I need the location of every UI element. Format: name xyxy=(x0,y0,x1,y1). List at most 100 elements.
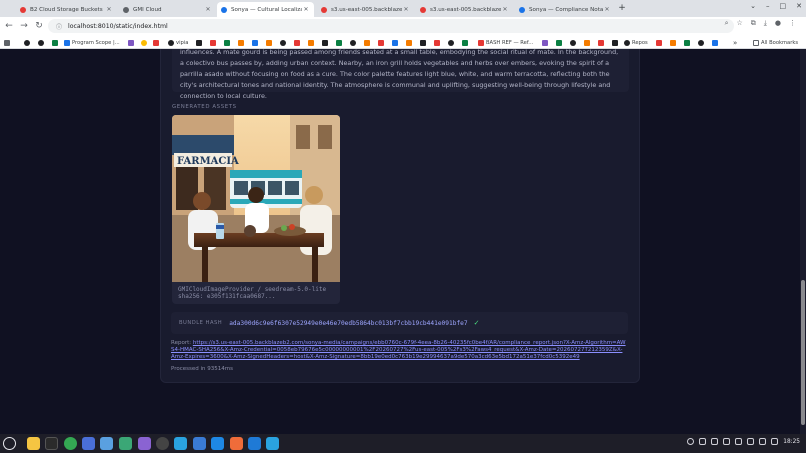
app-launcher-icon[interactable] xyxy=(3,437,16,450)
tray-icon[interactable] xyxy=(711,438,719,445)
bookmark-program-scope[interactable]: Program Scope |... xyxy=(64,38,120,47)
page-scrollbar[interactable] xyxy=(800,49,806,434)
chrome-icon[interactable] xyxy=(64,437,77,450)
reload-icon[interactable]: ↻ xyxy=(33,20,45,32)
bookmark-repos[interactable]: Repos xyxy=(624,38,648,47)
bookmark-icon[interactable] xyxy=(280,38,288,47)
tab-s3-report-2[interactable]: s3.us-east-005.backblazeb2 ✕ xyxy=(416,2,513,17)
bookmark-icon[interactable] xyxy=(392,38,400,47)
app-icon[interactable] xyxy=(156,437,169,450)
close-icon[interactable]: ✕ xyxy=(402,6,410,13)
download-icon[interactable]: ⤓ xyxy=(764,19,767,28)
bookmark-icon[interactable] xyxy=(210,38,218,47)
bookmark-icon[interactable] xyxy=(238,38,246,47)
app-icon[interactable] xyxy=(119,437,132,450)
file-manager-icon[interactable] xyxy=(27,437,40,450)
all-bookmarks[interactable]: All Bookmarks xyxy=(753,38,798,47)
app-icon[interactable] xyxy=(138,437,151,450)
tray-icon[interactable] xyxy=(735,438,743,445)
tab-sonya-compliance[interactable]: Sonya — Compliance Notar ✕ xyxy=(515,2,615,17)
tray-icon[interactable] xyxy=(723,438,731,445)
bookmark-icon[interactable] xyxy=(364,38,372,47)
address-bar[interactable]: ⓘ localhost:8010/static/index.html xyxy=(48,19,734,33)
menu-kebab-icon[interactable]: ⋮ xyxy=(789,19,796,28)
close-icon[interactable]: ✕ xyxy=(501,6,509,13)
bookmark-icon[interactable] xyxy=(153,38,161,47)
site-info-icon[interactable]: ⓘ xyxy=(56,22,62,31)
bookmark-icon[interactable] xyxy=(24,38,32,47)
close-icon[interactable]: ✕ xyxy=(302,6,310,13)
telegram-icon[interactable] xyxy=(266,437,279,450)
bookmark-icon[interactable] xyxy=(336,38,344,47)
bookmark-icon[interactable] xyxy=(670,38,678,47)
bookmark-icon[interactable] xyxy=(294,38,302,47)
bookmark-icon[interactable] xyxy=(141,38,149,47)
app-icon[interactable] xyxy=(193,437,206,450)
profile-avatar-icon[interactable]: ● xyxy=(775,19,781,28)
bookmark-icon[interactable] xyxy=(252,38,260,47)
bookmark-icon[interactable] xyxy=(584,38,592,47)
app-icon[interactable] xyxy=(82,437,95,450)
bookmark-icon[interactable] xyxy=(556,38,564,47)
clock[interactable]: 18:25 xyxy=(783,439,800,445)
tab-gmi-cloud[interactable]: GMI Cloud ✕ xyxy=(119,2,216,17)
generated-image[interactable]: FARMACIA xyxy=(172,115,340,282)
bookmark-icon[interactable] xyxy=(656,38,664,47)
bookmark-icon[interactable] xyxy=(434,38,442,47)
bookmark-bash-ref[interactable]: BASH REF — Ref... xyxy=(478,38,533,47)
asset-card[interactable]: FARMACIA GMICloudImageProvider / seedrea… xyxy=(172,115,340,304)
bookmark-icon[interactable] xyxy=(712,38,720,47)
maximize-icon[interactable]: □ xyxy=(780,2,787,10)
close-icon[interactable]: ✕ xyxy=(105,6,113,13)
bookmark-icon[interactable] xyxy=(38,38,46,47)
postman-icon[interactable] xyxy=(230,437,243,450)
bookmark-icon[interactable] xyxy=(612,38,620,47)
bookmark-icon[interactable] xyxy=(350,38,358,47)
bookmark-icon[interactable] xyxy=(698,38,706,47)
bookmark-vipia[interactable]: vipia xyxy=(168,38,188,47)
tab-b2-buckets[interactable]: B2 Cloud Storage Buckets ✕ xyxy=(16,2,117,17)
bookmark-icon[interactable] xyxy=(128,38,136,47)
bookmark-icon[interactable] xyxy=(684,38,692,47)
bookmark-icon[interactable] xyxy=(420,38,428,47)
battery-icon[interactable] xyxy=(771,438,779,445)
report-link[interactable]: https://s3.us-east-005.backblazeb2.com/s… xyxy=(171,340,626,360)
wifi-icon[interactable] xyxy=(747,438,755,445)
bookmark-icon[interactable] xyxy=(378,38,386,47)
close-icon[interactable]: ✕ xyxy=(204,6,212,13)
chevron-down-icon[interactable]: ⌄ xyxy=(750,2,756,10)
bookmark-star-icon[interactable]: ☆ xyxy=(737,19,743,28)
steam-icon[interactable] xyxy=(687,438,695,445)
bookmark-icon[interactable] xyxy=(448,38,456,47)
apps-grid-icon[interactable] xyxy=(4,38,12,47)
forward-arrow-icon[interactable]: → xyxy=(18,20,30,32)
more-bookmarks-chevron-icon[interactable]: » xyxy=(733,38,737,47)
bookmark-icon[interactable] xyxy=(52,38,60,47)
new-tab-button[interactable]: + xyxy=(617,3,627,13)
bookmark-icon[interactable] xyxy=(462,38,470,47)
bookmark-icon[interactable] xyxy=(322,38,330,47)
bookmark-icon[interactable] xyxy=(196,38,204,47)
app-icon[interactable] xyxy=(211,437,224,450)
telegram-icon[interactable] xyxy=(174,437,187,450)
scrollbar-thumb[interactable] xyxy=(801,280,805,425)
minimize-icon[interactable]: – xyxy=(766,2,770,10)
bookmark-icon[interactable] xyxy=(406,38,414,47)
vscode-icon[interactable] xyxy=(248,437,261,450)
bookmark-icon[interactable] xyxy=(598,38,606,47)
volume-icon[interactable] xyxy=(759,438,767,445)
tab-s3-report-1[interactable]: s3.us-east-005.backblazeb2 ✕ xyxy=(317,2,414,17)
bookmark-icon[interactable] xyxy=(308,38,316,47)
bundle-hash-value[interactable]: ada300d6c9e6f6307e52949e0e46e70edb5864bc… xyxy=(229,320,467,327)
bookmark-icon[interactable] xyxy=(224,38,232,47)
tab-sonya-cultural[interactable]: Sonya — Cultural Localization ✕ xyxy=(217,2,314,17)
bookmark-icon[interactable] xyxy=(266,38,274,47)
tray-icon[interactable] xyxy=(699,438,707,445)
bookmark-icon[interactable] xyxy=(542,38,550,47)
close-window-icon[interactable]: ✕ xyxy=(796,2,802,10)
bookmark-icon[interactable] xyxy=(570,38,578,47)
app-icon[interactable] xyxy=(100,437,113,450)
close-icon[interactable]: ✕ xyxy=(603,6,611,13)
terminal-icon[interactable] xyxy=(45,437,58,450)
zoom-icon[interactable]: ⌕ xyxy=(725,19,729,28)
